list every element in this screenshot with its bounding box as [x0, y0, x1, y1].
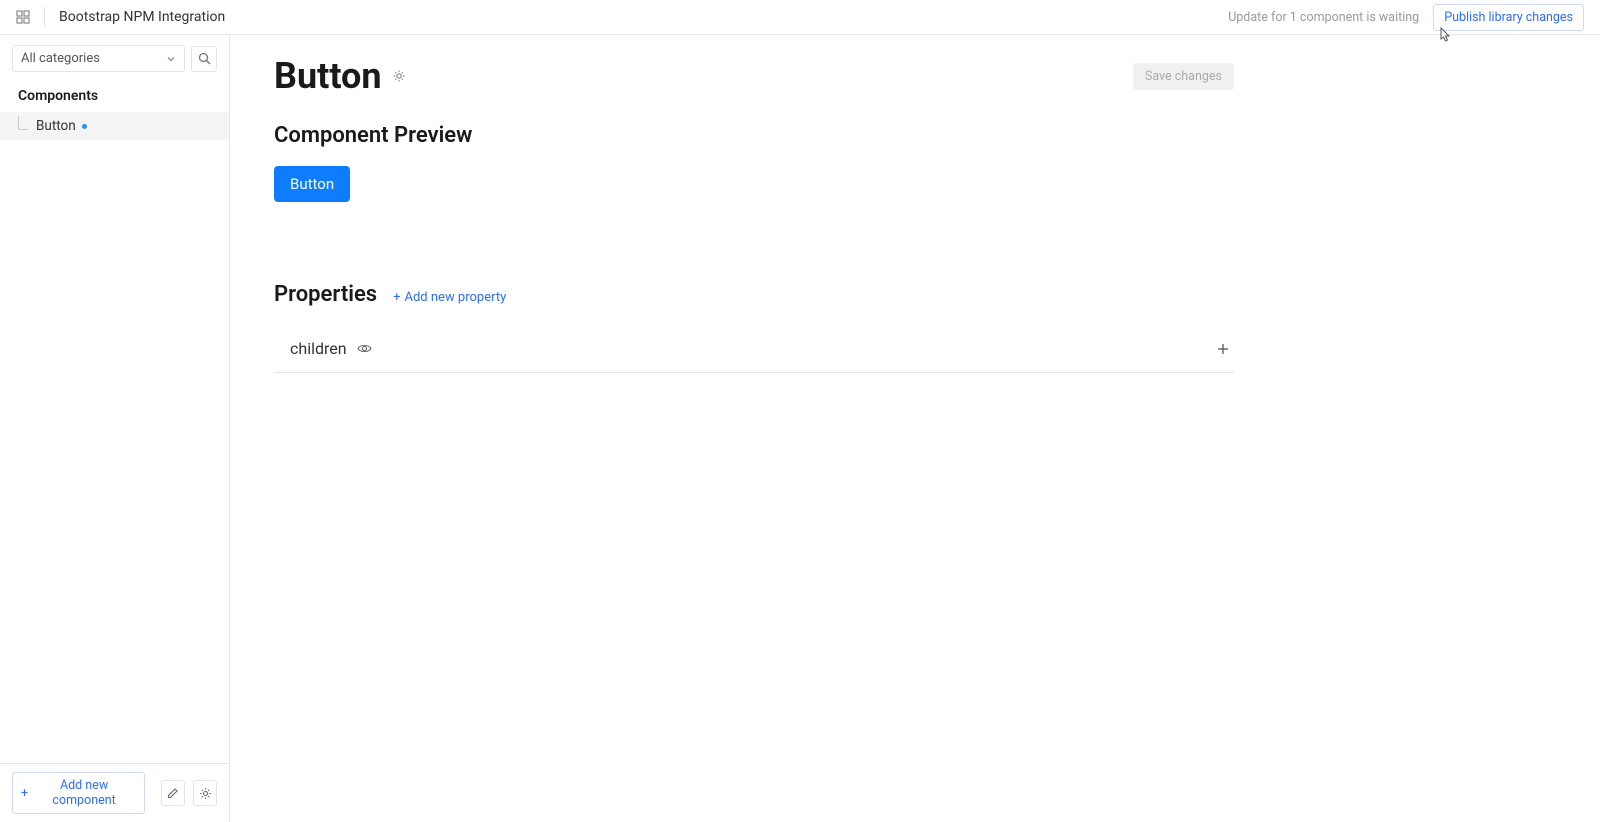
update-status-text: Update for 1 component is waiting: [1228, 10, 1419, 25]
search-icon: [198, 52, 211, 65]
topbar-right: Update for 1 component is waiting Publis…: [1228, 4, 1584, 31]
category-selector[interactable]: All categories: [12, 45, 185, 72]
add-property-label: Add new property: [405, 290, 507, 305]
properties-header: Properties + Add new property: [274, 282, 1234, 307]
save-changes-button[interactable]: Save changes: [1133, 63, 1234, 90]
gear-icon[interactable]: [392, 69, 406, 83]
gear-icon: [199, 787, 212, 800]
page-title: Button: [274, 55, 382, 97]
preview-rendered-button[interactable]: Button: [274, 166, 350, 202]
chevron-down-icon: [166, 54, 176, 64]
content-area: Button Save changes Component Preview Bu…: [230, 35, 1600, 822]
add-property-link[interactable]: + Add new property: [393, 290, 506, 305]
sidebar-item-label: Button: [36, 118, 76, 134]
preview-title: Component Preview: [274, 123, 1234, 148]
app-grid-icon[interactable]: [16, 10, 30, 24]
properties-title: Properties: [274, 282, 377, 307]
sidebar-bottom: + Add new component: [0, 763, 229, 822]
pencil-icon: [167, 787, 179, 799]
category-selector-label: All categories: [21, 51, 100, 66]
properties-section: Properties + Add new property children: [274, 282, 1234, 373]
eye-icon[interactable]: [357, 343, 372, 354]
property-left: children: [290, 339, 372, 358]
main-layout: All categories Components Button + Add n…: [0, 35, 1600, 822]
modified-dot-icon: [82, 124, 87, 129]
plus-icon: +: [21, 786, 28, 801]
topbar-left: Bootstrap NPM Integration: [16, 7, 225, 27]
tree-connector-icon: [18, 116, 28, 130]
settings-button[interactable]: [193, 780, 217, 806]
publish-library-button[interactable]: Publish library changes: [1433, 4, 1584, 31]
page-title-wrap: Button: [274, 55, 406, 97]
search-button[interactable]: [191, 46, 217, 72]
edit-button[interactable]: [161, 780, 185, 806]
preview-section: Component Preview Button: [274, 123, 1234, 202]
divider: [44, 7, 45, 27]
sidebar: All categories Components Button + Add n…: [0, 35, 230, 822]
add-component-label: Add new component: [32, 778, 136, 808]
property-name: children: [290, 339, 347, 358]
project-title: Bootstrap NPM Integration: [59, 9, 225, 25]
content-header: Button Save changes: [274, 55, 1234, 97]
sidebar-top: All categories: [0, 35, 229, 78]
plus-icon: +: [393, 290, 400, 305]
property-row[interactable]: children: [274, 327, 1234, 373]
expand-property-button[interactable]: [1216, 342, 1230, 356]
add-component-button[interactable]: + Add new component: [12, 772, 145, 814]
sidebar-item-button[interactable]: Button: [0, 112, 229, 140]
sidebar-section-title: Components: [0, 78, 229, 112]
topbar: Bootstrap NPM Integration Update for 1 c…: [0, 0, 1600, 35]
